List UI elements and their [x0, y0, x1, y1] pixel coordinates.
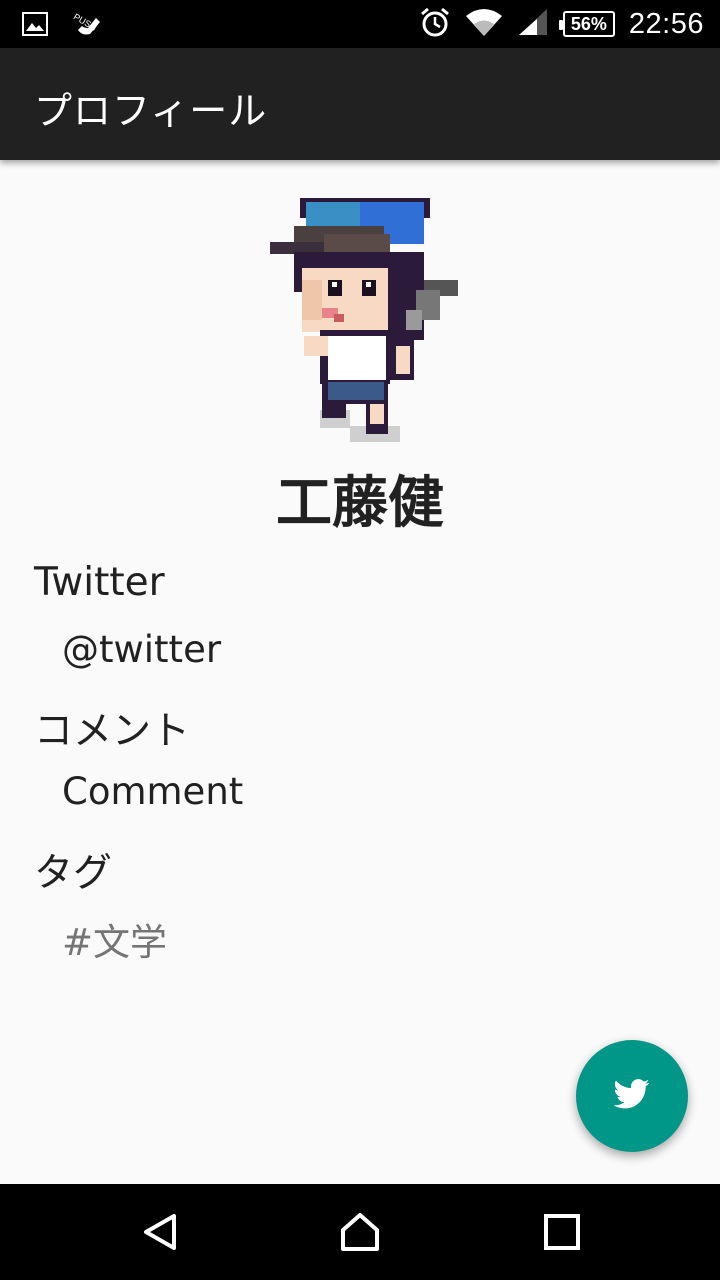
- tag-value[interactable]: #文学: [62, 912, 167, 966]
- profile-name: 工藤健: [276, 471, 444, 536]
- home-icon[interactable]: [340, 1212, 380, 1252]
- navigation-bar: [0, 1184, 720, 1280]
- page-title: プロフィール: [34, 89, 268, 133]
- battery-icon: 56%: [558, 11, 615, 37]
- push-notification-icon: PUSH: [72, 10, 106, 42]
- twitter-handle[interactable]: @twitter: [62, 628, 221, 671]
- avatar: [270, 190, 460, 450]
- recents-icon[interactable]: [542, 1212, 582, 1252]
- twitter-label: Twitter: [34, 560, 165, 605]
- back-icon[interactable]: [140, 1212, 180, 1252]
- cell-signal-icon: [517, 7, 549, 41]
- twitter-fab-button[interactable]: [576, 1040, 688, 1152]
- comment-label: コメント: [34, 709, 191, 754]
- wifi-icon: [465, 6, 503, 42]
- app-bar: プロフィール: [0, 48, 720, 160]
- status-bar: PUSH 56% 22:56: [0, 0, 720, 48]
- image-icon: [22, 12, 48, 40]
- comment-value: Comment: [62, 770, 244, 813]
- tag-label: タグ: [34, 851, 113, 896]
- alarm-icon: [419, 6, 451, 42]
- battery-percent: 56%: [570, 13, 607, 34]
- twitter-bird-icon: [613, 1079, 650, 1113]
- status-clock: 22:56: [628, 7, 704, 40]
